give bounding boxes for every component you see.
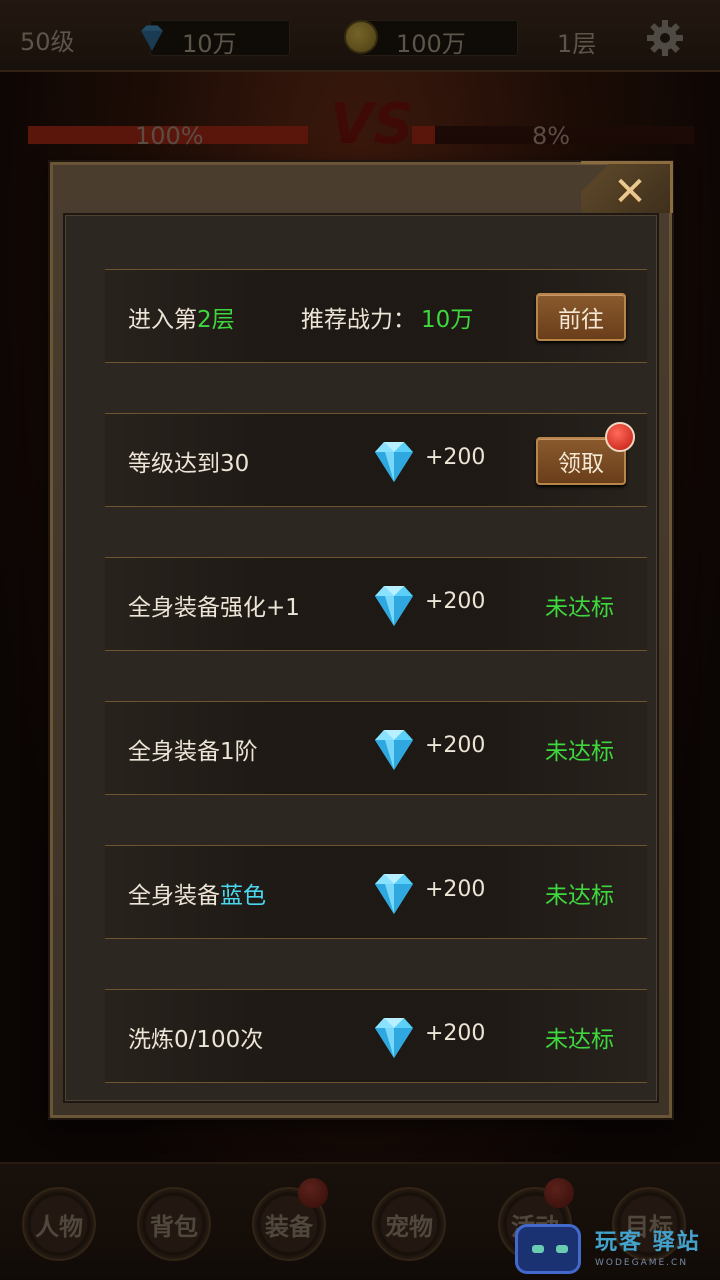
goal-row-level: 等级达到30 +200 领取 (105, 413, 647, 507)
status-not-reached: 未达标 (545, 883, 614, 909)
diamond-icon (375, 586, 413, 626)
reward-amount: +200 (425, 589, 486, 614)
goal-label: 全身装备1阶 (128, 739, 258, 765)
goal-dialog: ✕ 进入第2层 推荐战力： 10万 前往 等级达到30 +200 领取 全身装备… (50, 161, 673, 1118)
diamond-icon (375, 1018, 413, 1058)
status-not-reached: 未达标 (545, 739, 614, 765)
reward-amount: +200 (425, 733, 486, 758)
go-button[interactable]: 前往 (536, 293, 626, 341)
goal-label: 洗炼0/100次 (128, 1027, 264, 1053)
diamond-icon (375, 730, 413, 770)
goal-row-enter-floor: 进入第2层 推荐战力： 10万 前往 (105, 269, 647, 363)
goal-row-enhance: 全身装备强化+1 +200 未达标 (105, 557, 647, 651)
goal-row-quality: 全身装备蓝色 +200 未达标 (105, 845, 647, 939)
goal-label: 等级达到30 (128, 451, 250, 477)
reward-amount: +200 (425, 877, 486, 902)
reward-amount: +200 (425, 1021, 486, 1046)
goal-row-refine: 洗炼0/100次 +200 未达标 (105, 989, 647, 1083)
goal-label: 进入第2层 (128, 307, 235, 333)
status-not-reached: 未达标 (545, 1027, 614, 1053)
close-icon[interactable]: ✕ (609, 171, 651, 213)
diamond-icon (375, 874, 413, 914)
goal-label: 全身装备蓝色 (128, 883, 266, 909)
goal-row-tier: 全身装备1阶 +200 未达标 (105, 701, 647, 795)
goal-label: 全身装备强化+1 (128, 595, 300, 621)
claim-notification-badge (605, 422, 635, 452)
reward-amount: +200 (425, 445, 486, 470)
recommended-power-label: 推荐战力： (301, 307, 416, 333)
diamond-icon (375, 442, 413, 482)
goal-list: 进入第2层 推荐战力： 10万 前往 等级达到30 +200 领取 全身装备强化… (63, 213, 659, 1103)
status-not-reached: 未达标 (545, 595, 614, 621)
recommended-power-value: 10万 (421, 307, 474, 333)
